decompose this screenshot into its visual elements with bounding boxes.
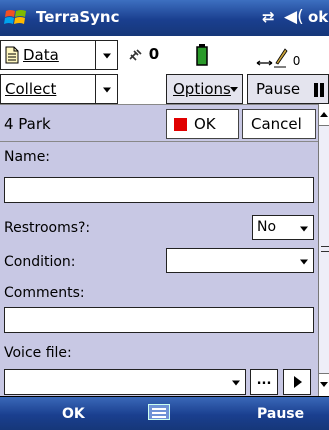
- satellite-icon: [128, 47, 149, 65]
- form-ok-button[interactable]: OK: [166, 109, 239, 139]
- measure-icon: [256, 48, 293, 72]
- menu-row: Collect Options Pause: [0, 74, 329, 104]
- comments-label: Comments:: [4, 285, 85, 301]
- measure-value: 0: [292, 54, 301, 68]
- collect-dropdown[interactable]: Collect: [0, 74, 118, 104]
- browse-button[interactable]: ...: [250, 369, 278, 395]
- chevron-down-icon: [230, 87, 238, 92]
- form-scrollbar[interactable]: [318, 104, 329, 396]
- restrooms-label: Restrooms?:: [4, 220, 91, 236]
- chevron-down-icon[interactable]: [227, 370, 245, 393]
- restrooms-select[interactable]: No: [252, 215, 314, 240]
- scroll-up-icon[interactable]: [319, 104, 329, 126]
- form-ok-label: OK: [194, 115, 216, 133]
- chevron-down-icon[interactable]: [295, 249, 313, 272]
- section-dropdown[interactable]: Data: [0, 40, 118, 70]
- condition-select[interactable]: [166, 248, 314, 273]
- battery-icon[interactable]: [196, 44, 208, 70]
- chevron-down-icon[interactable]: [95, 75, 117, 103]
- comments-field[interactable]: [4, 307, 314, 333]
- grip-icon: [321, 246, 329, 252]
- form-cancel-label: Cancel: [251, 115, 302, 133]
- pause-button[interactable]: Pause: [247, 74, 329, 104]
- app-title: TerraSync: [36, 8, 120, 26]
- play-icon: [294, 376, 302, 388]
- status-toolbar: Data 0 0: [0, 36, 329, 74]
- restrooms-value: No: [257, 219, 277, 235]
- softkey-ok[interactable]: OK: [62, 406, 85, 422]
- connectivity-icon[interactable]: ⇄: [262, 8, 275, 26]
- satellite-status[interactable]: 0: [128, 45, 160, 65]
- chevron-down-icon[interactable]: [295, 216, 313, 239]
- keyboard-icon[interactable]: [148, 404, 170, 420]
- form-cancel-button[interactable]: Cancel: [242, 109, 316, 139]
- pause-label: Pause: [256, 80, 301, 98]
- softkey-bar: OK Pause: [0, 396, 329, 430]
- collect-label: Collect: [5, 80, 57, 98]
- play-button[interactable]: [283, 369, 311, 395]
- voice-file-select[interactable]: [4, 369, 246, 395]
- windows-logo-icon[interactable]: [4, 6, 28, 30]
- scroll-thumb[interactable]: [319, 126, 329, 374]
- voice-file-label: Voice file:: [4, 345, 72, 361]
- name-label: Name:: [4, 149, 51, 165]
- section-label: Data: [23, 46, 59, 64]
- options-button[interactable]: Options: [166, 74, 243, 104]
- title-bar: TerraSync ⇄ ◀︎( ok: [0, 0, 329, 36]
- softkey-pause[interactable]: Pause: [257, 406, 304, 422]
- document-icon: [5, 46, 19, 64]
- stop-square-icon: [174, 118, 187, 131]
- name-field[interactable]: [4, 177, 314, 203]
- chevron-down-icon[interactable]: [95, 41, 117, 69]
- scroll-down-icon[interactable]: [319, 374, 329, 396]
- options-label: Options: [173, 80, 231, 98]
- attribute-form: 4 Park OK Cancel Name: Restrooms?: No Co…: [0, 104, 318, 396]
- satellite-count: 0: [148, 45, 160, 63]
- divider: [0, 141, 318, 142]
- ok-button[interactable]: ok: [308, 8, 328, 26]
- pause-icon: [314, 83, 318, 97]
- volume-icon[interactable]: ◀︎(: [284, 7, 304, 27]
- feature-title: 4 Park: [4, 115, 51, 133]
- condition-label: Condition:: [4, 254, 76, 270]
- measure-status[interactable]: 0: [256, 46, 300, 72]
